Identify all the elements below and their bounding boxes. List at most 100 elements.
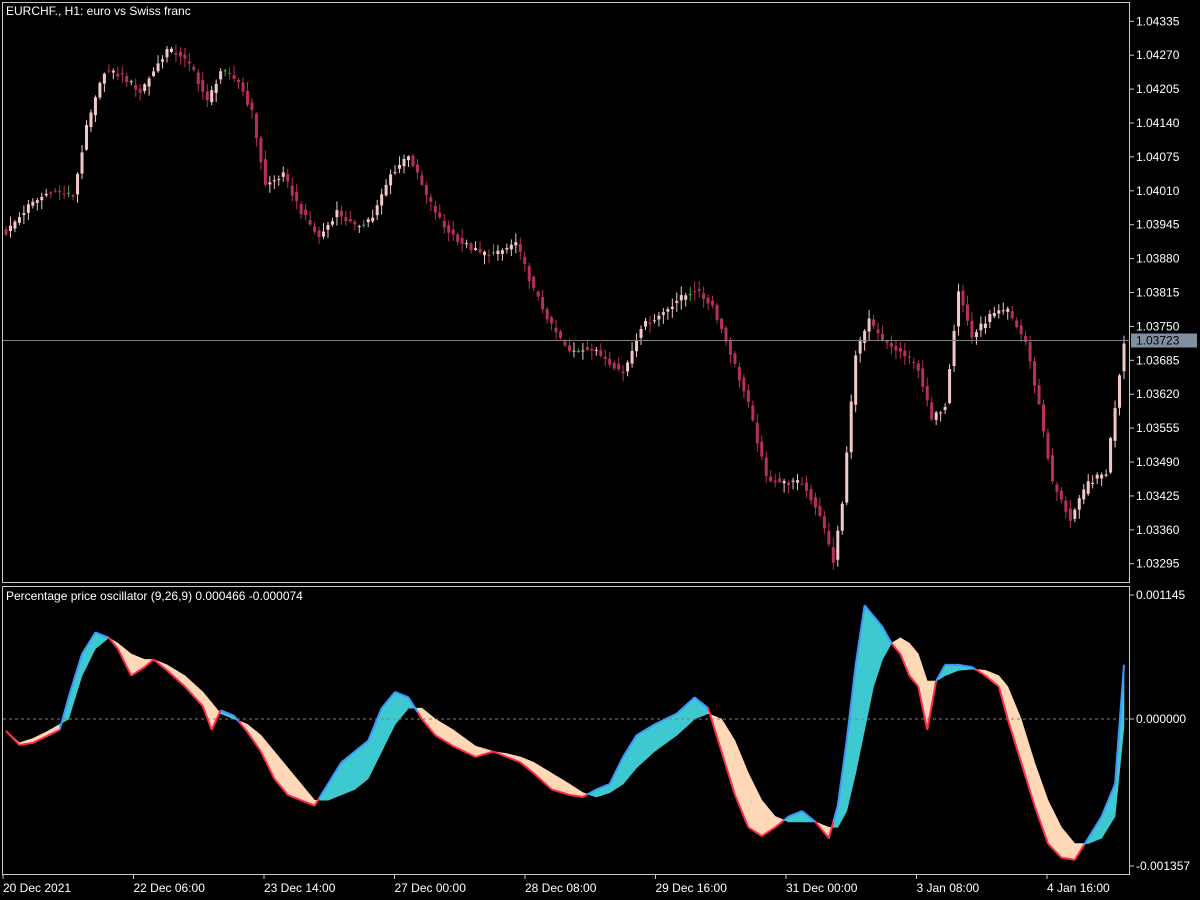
candle-body: [474, 248, 478, 250]
candle-body: [594, 350, 598, 352]
candle-body: [451, 229, 455, 235]
candle-body: [728, 340, 732, 355]
oscillator-fill-segment: [645, 726, 651, 761]
oscillator-fill-segment: [1047, 800, 1053, 850]
candle-body: [496, 250, 500, 255]
candle-body: [84, 125, 88, 150]
candle-body: [286, 174, 290, 182]
current-price-label: 1.03723: [1136, 333, 1180, 347]
candle-body: [881, 334, 885, 341]
candle-body: [796, 480, 800, 483]
candle-body: [487, 254, 491, 257]
candle-body: [228, 73, 232, 75]
candle: [845, 446, 849, 506]
candle-body: [415, 164, 419, 173]
candle-body: [1082, 489, 1086, 500]
candle-body: [433, 205, 437, 213]
ppo-line-segment: [479, 753, 485, 757]
ppo-line-segment: [19, 743, 25, 747]
oscillator-fill-segment: [287, 766, 293, 798]
candle-body: [196, 72, 200, 84]
candle-body: [554, 327, 558, 333]
time-axis-label: 4 Jan 16:00: [1047, 881, 1110, 895]
ppo-line-segment: [1065, 857, 1071, 861]
candle-body: [939, 412, 943, 414]
candle-body: [89, 112, 93, 128]
candle-body: [429, 197, 433, 202]
oscillator-fill-segment: [345, 754, 351, 794]
ppo-line-segment: [560, 791, 566, 795]
candle-body: [863, 330, 867, 343]
candle-body: [697, 289, 701, 291]
oscillator-fill-segment: [944, 664, 950, 677]
ppo-line-segment: [569, 793, 575, 797]
candle-body: [1100, 474, 1104, 479]
candle-body: [40, 196, 44, 201]
candle-body: [1086, 481, 1090, 494]
candle-body: [912, 362, 916, 364]
candle-body: [366, 219, 370, 223]
candle-body: [1113, 408, 1117, 441]
time-axis-label: 28 Dec 08:00: [525, 881, 597, 895]
candle-body: [152, 71, 156, 77]
candle-body: [406, 156, 410, 161]
price-axis-label: 1.04205: [1136, 82, 1180, 96]
candle-body: [643, 320, 647, 327]
price-axis-label: 1.04075: [1136, 150, 1180, 164]
candle-body: [813, 497, 817, 508]
candle-body: [1024, 336, 1028, 343]
candle-body: [988, 313, 992, 323]
candle-body: [509, 244, 513, 250]
candle-body: [688, 294, 692, 296]
candle-body: [934, 412, 938, 420]
ppo-line-segment: [28, 741, 33, 745]
candle-body: [590, 348, 594, 351]
candle-body: [948, 369, 952, 404]
candle-body: [375, 205, 379, 216]
candle-body: [478, 248, 482, 253]
candle-body: [541, 296, 545, 310]
candle-body: [111, 70, 115, 73]
candle-body: [1050, 455, 1054, 481]
candle-body: [733, 353, 737, 364]
candle-body: [652, 320, 656, 322]
oscillator-fill-segment: [761, 799, 767, 837]
oscillator-title: Percentage price oscillator (9,26,9) 0.0…: [6, 589, 303, 603]
price-axis-label: 1.04140: [1136, 116, 1180, 130]
candle-body: [31, 201, 35, 206]
ppo-line-segment: [488, 750, 494, 754]
candle-body: [702, 293, 706, 299]
candle-body: [380, 194, 384, 206]
candle-body: [706, 297, 710, 304]
candle-body: [210, 90, 214, 103]
candle-body: [724, 327, 728, 342]
candle-body: [71, 195, 75, 197]
candle-body: [1095, 474, 1099, 479]
candle-body: [143, 84, 147, 91]
candle-body: [921, 368, 925, 387]
time-axis-label: 20 Dec 2021: [3, 881, 71, 895]
candle-body: [232, 75, 236, 79]
candle-body: [384, 184, 388, 196]
candle-body: [1091, 482, 1095, 485]
candle-body: [500, 250, 504, 254]
price-axis-label: 1.03880: [1136, 252, 1180, 266]
candle-body: [997, 310, 1001, 314]
ppo-line-segment: [564, 792, 570, 796]
candle: [840, 501, 844, 535]
candle-body: [339, 210, 343, 217]
candle-body: [62, 193, 66, 195]
candle-body: [831, 547, 835, 563]
candle-body: [76, 173, 80, 195]
price-axis-label: 1.03620: [1136, 387, 1180, 401]
oscillator-fill-segment: [672, 713, 678, 740]
candle-body: [979, 323, 983, 331]
candle-body: [800, 483, 804, 485]
candle-body: [8, 225, 12, 232]
candle-body: [930, 402, 934, 420]
price-axis-label: 1.03685: [1136, 353, 1180, 367]
candle-body: [1055, 484, 1059, 492]
candle-body: [970, 320, 974, 338]
candle-body: [1015, 320, 1019, 328]
candle-body: [827, 530, 831, 545]
